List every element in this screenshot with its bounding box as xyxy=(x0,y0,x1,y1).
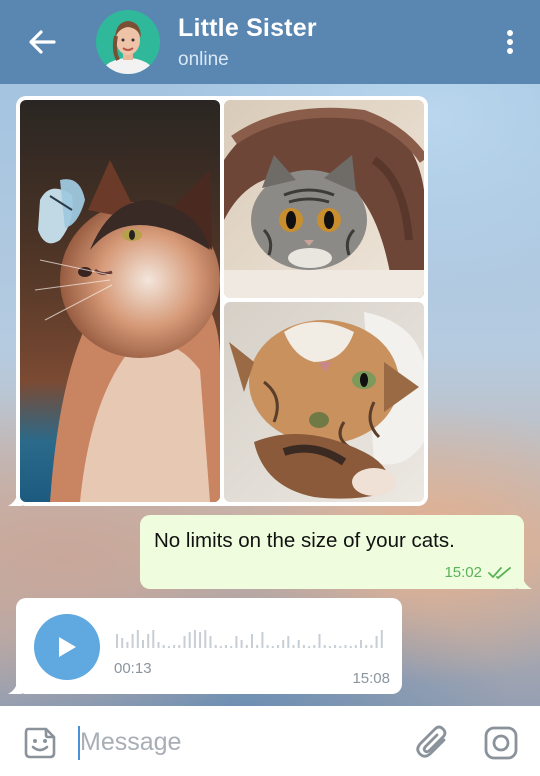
more-menu-button[interactable] xyxy=(502,26,518,58)
waveform-bar xyxy=(282,640,285,648)
waveform-bar xyxy=(328,646,331,648)
waveform-bar xyxy=(121,638,124,648)
waveform-bar xyxy=(126,642,129,648)
waveform-bar xyxy=(292,645,295,648)
waveform-bar xyxy=(136,630,139,648)
play-button[interactable] xyxy=(34,614,100,680)
waveform-bar xyxy=(183,636,186,648)
waveform-bar xyxy=(360,640,362,648)
sticker-icon[interactable] xyxy=(22,725,58,761)
voice-duration: 00:13 xyxy=(114,660,152,677)
waveform-bar xyxy=(116,634,118,648)
waveform-bar xyxy=(240,640,243,648)
photo-album-message xyxy=(16,96,428,506)
outgoing-message[interactable]: No limits on the size of your cats. 15:0… xyxy=(140,515,524,589)
waveform-bar xyxy=(277,645,279,648)
play-icon xyxy=(59,637,76,657)
waveform-bar xyxy=(131,634,134,648)
waveform-bar xyxy=(219,646,222,648)
waveform-bar xyxy=(225,645,227,648)
waveform-bar xyxy=(209,636,212,648)
waveform-bar xyxy=(251,634,253,648)
waveform-bar xyxy=(349,646,352,648)
chat-title[interactable]: Little Sister xyxy=(178,14,317,43)
waveform-bar xyxy=(204,630,207,648)
chat-header: Little Sister online xyxy=(0,0,540,84)
waveform-bar xyxy=(245,645,248,648)
waveform-bar xyxy=(308,646,311,648)
waveform-bar xyxy=(173,645,176,648)
message-input-bar xyxy=(0,706,540,776)
waveform-bar xyxy=(375,636,378,648)
waveform-bar xyxy=(235,636,238,648)
message-time: 15:08 xyxy=(352,670,390,687)
waveform-bar xyxy=(302,645,305,648)
waveform-bar xyxy=(339,646,342,648)
waveform-bar xyxy=(193,630,196,648)
waveform-bar xyxy=(157,642,160,648)
waveform-bar xyxy=(188,632,191,648)
waveform-bar xyxy=(199,632,202,648)
waveform-bar xyxy=(162,645,165,648)
waveform-bar xyxy=(152,630,155,648)
avatar[interactable] xyxy=(96,10,160,74)
message-time: 15:02 xyxy=(444,564,482,581)
waveform-bar xyxy=(147,634,150,648)
waveform-bar xyxy=(271,646,274,648)
waveform-bar xyxy=(287,636,290,648)
waveform-bar xyxy=(354,645,357,648)
waveform-bar xyxy=(323,645,326,648)
waveform-bar xyxy=(318,634,321,648)
waveform-bar xyxy=(365,645,368,648)
waveform-bar xyxy=(370,645,373,648)
album-photo-2[interactable] xyxy=(224,100,424,298)
waveform-bar xyxy=(266,645,269,648)
arrow-left-icon xyxy=(29,30,56,54)
waveform-bar xyxy=(167,646,170,648)
waveform-bar xyxy=(297,640,300,648)
waveform-bar xyxy=(334,645,337,648)
back-button[interactable] xyxy=(22,24,62,60)
waveform-bar xyxy=(230,646,233,648)
waveform-bar xyxy=(313,645,316,648)
chat-status: online xyxy=(178,49,229,70)
waveform-bar xyxy=(344,645,347,648)
album-photo-1[interactable] xyxy=(20,100,220,502)
message-text: No limits on the size of your cats. xyxy=(154,529,455,552)
voice-waveform[interactable] xyxy=(116,622,386,648)
message-input[interactable] xyxy=(80,722,380,762)
voice-message: 00:13 15:08 xyxy=(16,598,402,694)
paperclip-icon[interactable] xyxy=(414,723,452,761)
double-check-icon xyxy=(488,566,511,579)
album-photo-3[interactable] xyxy=(224,302,424,502)
waveform-bar xyxy=(256,645,259,648)
waveform-bar xyxy=(380,630,383,648)
camera-icon[interactable] xyxy=(483,725,519,761)
waveform-bar xyxy=(261,632,264,648)
waveform-bar xyxy=(178,645,181,648)
more-vertical-icon xyxy=(507,30,513,36)
waveform-bar xyxy=(214,645,217,648)
waveform-bar xyxy=(142,640,144,648)
